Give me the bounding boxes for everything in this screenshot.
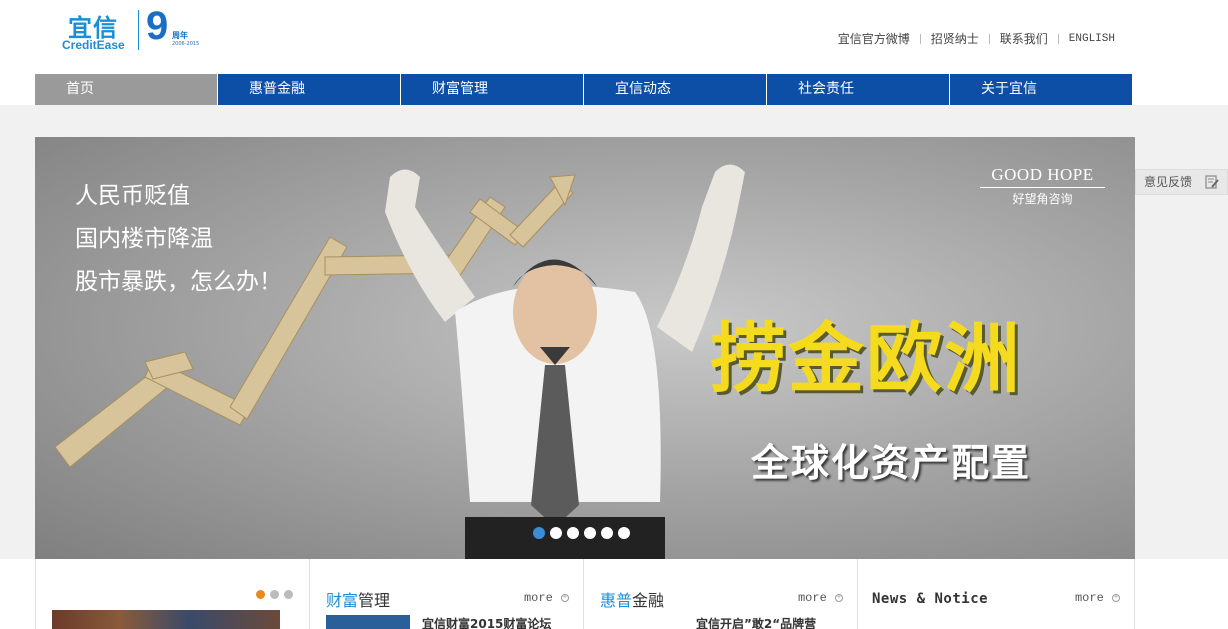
puhui-column: 惠普金融 more + 宜信开启”敢2“品牌营: [583, 559, 857, 629]
english-link[interactable]: ENGLISH: [1059, 33, 1125, 45]
news-more-link[interactable]: more +: [1075, 591, 1120, 605]
puhui-news-item[interactable]: 宜信开启”敢2“品牌营: [696, 615, 816, 629]
news-column: News & Notice more +: [857, 559, 1135, 629]
logo-separator: [138, 10, 139, 50]
wealth-more-link[interactable]: more +: [524, 591, 569, 605]
anniversary-years: 2006-2015: [172, 41, 200, 47]
banner-line: 人民币贬值: [75, 183, 190, 209]
slide-dot[interactable]: [550, 527, 562, 539]
nav-item-about[interactable]: 关于宜信: [950, 74, 1132, 105]
slide-dot[interactable]: [533, 527, 545, 539]
slide-dot[interactable]: [601, 527, 613, 539]
photo-slide-indicators: [256, 590, 293, 599]
slide-dot[interactable]: [618, 527, 630, 539]
more-label: more: [1074, 591, 1104, 605]
plus-icon: +: [835, 593, 843, 602]
creditease-logo[interactable]: 宜信 CreditEase 9 周年 2006-2015: [62, 4, 202, 52]
banner-left-text: 人民币贬值 国内楼市降温 股市暴跌，怎么办！: [75, 175, 282, 304]
photo-dot[interactable]: [284, 590, 293, 599]
hero-banner[interactable]: 人民币贬值 国内楼市降温 股市暴跌，怎么办！ GOOD HOPE 好望角咨询 捞…: [35, 137, 1135, 559]
good-hope-cn: 好望角咨询: [1012, 192, 1073, 206]
puhui-title-rest: 金融: [632, 591, 665, 610]
news-title: News & Notice: [872, 591, 989, 607]
slide-dot[interactable]: [584, 527, 596, 539]
puhui-more-link[interactable]: more +: [798, 591, 843, 605]
site-header: 宜信 CreditEase 9 周年 2006-2015 宜信官方微博 招贤纳士…: [0, 0, 1228, 74]
photo-dot[interactable]: [270, 590, 279, 599]
wealth-title-rest: 管理: [358, 591, 391, 610]
content-columns: 财富管理 more + 宜信财富2015财富论坛 惠普金融 more + 宜信开…: [35, 559, 1135, 629]
nav-item-inclusive-finance[interactable]: 惠普金融: [218, 74, 401, 105]
news-photo[interactable]: [52, 610, 280, 629]
wealth-news-item[interactable]: 宜信财富2015财富论坛: [422, 615, 551, 629]
wealth-title-highlight: 财富: [326, 591, 359, 610]
wealth-title: 财富管理: [326, 587, 390, 611]
logo-en-text: CreditEase: [62, 38, 125, 52]
wealth-column: 财富管理 more + 宜信财富2015财富论坛: [309, 559, 583, 629]
banner-line: 国内楼市降温: [75, 226, 213, 252]
nav-item-social-responsibility[interactable]: 社会责任: [767, 74, 950, 105]
photo-column: [35, 559, 309, 629]
banner-subline: 全球化资产配置: [751, 441, 1032, 485]
plus-icon: +: [561, 593, 569, 602]
good-hope-logo: GOOD HOPE 好望角咨询: [980, 165, 1105, 207]
anniversary-label: 周年: [172, 31, 188, 40]
careers-link[interactable]: 招贤纳士: [921, 30, 989, 47]
nav-item-home[interactable]: 首页: [35, 74, 218, 105]
nav-item-news[interactable]: 宜信动态: [584, 74, 767, 105]
weibo-link[interactable]: 宜信官方微博: [828, 30, 920, 47]
feedback-button[interactable]: 意见反馈: [1135, 169, 1228, 195]
main-nav: 首页 惠普金融 财富管理 宜信动态 社会责任 关于宜信: [35, 74, 1132, 105]
top-links: 宜信官方微博 招贤纳士 联系我们 ENGLISH: [828, 30, 1125, 47]
wealth-thumbnail[interactable]: [326, 615, 410, 629]
more-label: more: [797, 591, 827, 605]
puhui-title-highlight: 惠普: [600, 591, 633, 610]
plus-icon: +: [1112, 593, 1120, 602]
banner-headline: 捞金欧洲: [710, 314, 1022, 403]
nav-item-wealth-management[interactable]: 财富管理: [401, 74, 584, 105]
contact-link[interactable]: 联系我们: [990, 30, 1058, 47]
edit-icon: [1205, 175, 1219, 189]
good-hope-en: GOOD HOPE: [980, 165, 1105, 188]
banner-line: 股市暴跌，怎么办！: [75, 269, 282, 295]
slide-indicators: [533, 527, 630, 539]
feedback-label: 意见反馈: [1144, 175, 1193, 189]
anniversary-number: 9: [146, 4, 169, 48]
slide-dot[interactable]: [567, 527, 579, 539]
page: 宜信 CreditEase 9 周年 2006-2015 宜信官方微博 招贤纳士…: [0, 0, 1228, 629]
more-label: more: [523, 591, 553, 605]
puhui-title: 惠普金融: [600, 587, 664, 611]
photo-dot[interactable]: [256, 590, 265, 599]
